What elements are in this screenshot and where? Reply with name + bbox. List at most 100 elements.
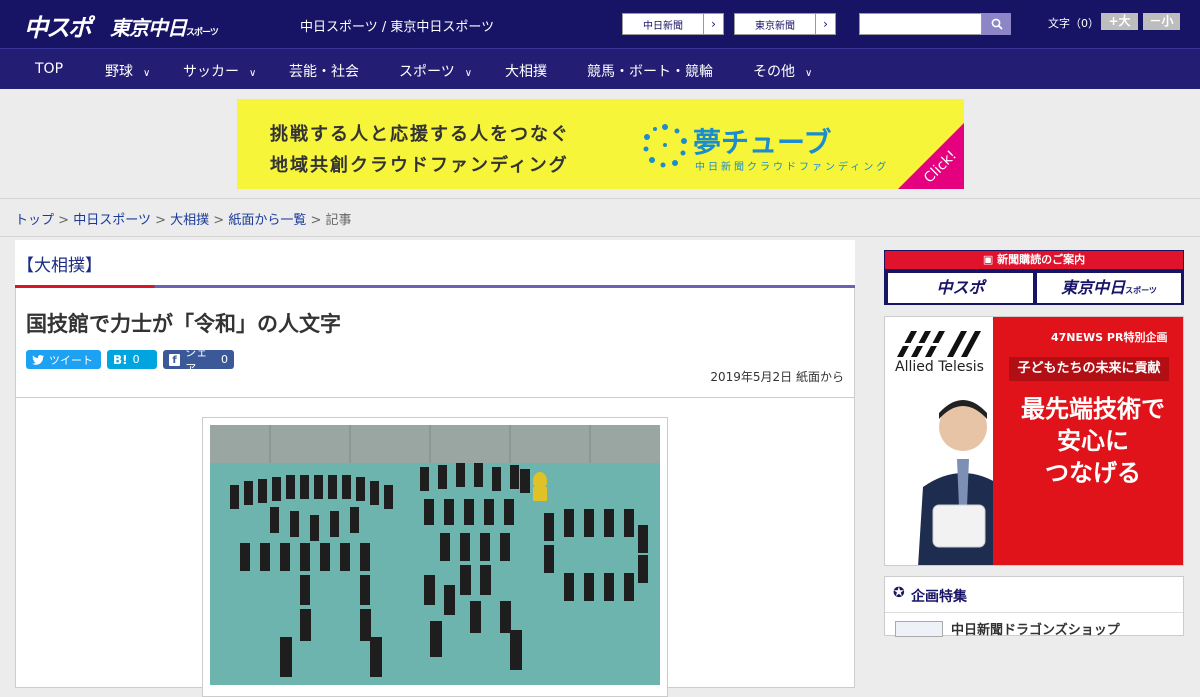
article-header: 国技館で力士が「令和」の人文字 ツイート B! 0 f シェア 0 2019年5… [16, 288, 854, 398]
subscribe-tokyo-chunichi-button[interactable]: 東京中日スポーツ [1037, 273, 1181, 303]
facebook-label: シェア [185, 345, 208, 375]
main-nav: TOP 野球 ∨ サッカー ∨ 芸能・社会 スポーツ ∨ 大相撲 競馬・ボート・競輪 … [0, 48, 1200, 89]
nav-label: 競馬・ボート・競輪 [587, 64, 713, 80]
pr-headline: 最先端技術で 安心に つなげる [1007, 393, 1179, 489]
font-smaller-button[interactable]: －小 [1143, 13, 1180, 30]
chevron-down-icon: ∨ [464, 68, 473, 79]
nav-item-sumo[interactable]: 大相撲 [505, 61, 547, 81]
ribbon-icon: ✪ [893, 585, 905, 601]
breadcrumb-print-list[interactable]: 紙面から一覧 [228, 213, 306, 228]
feature-title: 企画特集 [911, 589, 967, 605]
chevron-down-icon: ∨ [249, 68, 257, 79]
chevron-right-icon: › [703, 14, 723, 34]
breadcrumb-separator: > [155, 213, 166, 228]
main-column: 【大相撲】 国技館で力士が「令和」の人文字 ツイート B! 0 f シェア 0 [15, 240, 855, 697]
crowdfunding-banner[interactable]: 挑戦する人と応援する人をつなぐ 地域共創クラウドファンディング 夢チューブ 中日… [237, 99, 964, 189]
nav-label: 芸能・社会 [289, 64, 359, 80]
feature-thumbnail[interactable] [895, 621, 943, 637]
nav-item-other[interactable]: その他 ∨ [753, 61, 812, 81]
feature-item-link[interactable]: 中日新聞ドラゴンズショップ [951, 619, 1120, 638]
font-bigger-button[interactable]: +大 [1101, 13, 1138, 30]
subscription-title-text: 新聞購読のご案内 [997, 253, 1086, 266]
banner-brand-sub: 中日新聞クラウドファンディング [695, 162, 890, 173]
breadcrumb-current: 記事 [325, 213, 352, 228]
font-size-label: 文字（0） [1048, 17, 1099, 30]
pr-red-panel: 47NEWS PR特別企画 子どもたちの未来に貢献 最先端技術で 安心に つなげ… [993, 317, 1183, 565]
chunichi-shimbun-label: 中日新聞 [643, 20, 683, 32]
breadcrumb-chunichi-sports[interactable]: 中日スポーツ [73, 213, 151, 228]
subscribe-tokyo-main: 東京中日 [1061, 278, 1126, 297]
subscribe-chuspo-button[interactable]: 中スポ [888, 273, 1033, 303]
newspaper-icon: ▣ [982, 253, 998, 266]
search-button[interactable] [982, 13, 1011, 35]
twitter-bird-icon [32, 354, 44, 365]
nav-label: 大相撲 [505, 64, 547, 80]
tokyo-shimbun-label: 東京新聞 [755, 20, 795, 32]
nav-label: TOP [35, 61, 64, 77]
share-buttons: ツイート B! 0 f シェア 0 [26, 346, 844, 375]
allied-telesis-logo [897, 331, 981, 357]
site-header: 中スポ 東京中日スポーツ 中日スポーツ / 東京中日スポーツ 中日新聞 › 東京… [0, 0, 1200, 48]
hatena-label: B! [113, 352, 128, 367]
facebook-share-button[interactable]: f シェア 0 [163, 346, 234, 375]
site-title[interactable]: 中日スポーツ / 東京中日スポーツ [300, 16, 494, 35]
breadcrumb-separator: > [58, 213, 70, 228]
search-icon [991, 18, 1003, 30]
pr-advertisement[interactable]: Allied Telesis 47NEWS PR特別企画 子どもたちの未来に貢献… [884, 316, 1184, 566]
pr-tag: 47NEWS PR特別企画 [1051, 331, 1168, 344]
subscription-title: ▣ 新聞購読のご案内 [885, 251, 1183, 269]
nav-label: スポーツ [399, 64, 455, 80]
nav-item-racing[interactable]: 競馬・ボート・競輪 [587, 61, 713, 81]
tokyo-logo-small: スポーツ [186, 28, 219, 38]
pr-headline-line: 安心に [1057, 427, 1129, 455]
article-card: 国技館で力士が「令和」の人文字 ツイート B! 0 f シェア 0 2019年5… [15, 288, 855, 697]
nav-item-baseball[interactable]: 野球 ∨ [105, 61, 150, 81]
chevron-down-icon: ∨ [805, 68, 813, 79]
article-photo[interactable] [210, 425, 660, 685]
article-headline: 国技館で力士が「令和」の人文字 [26, 312, 341, 336]
search-input[interactable] [859, 13, 982, 35]
subscription-box: ▣ 新聞購読のご案内 中スポ 東京中日スポーツ [884, 250, 1184, 305]
chunichi-shimbun-link[interactable]: 中日新聞 › [622, 13, 724, 35]
facebook-icon: f [169, 353, 181, 366]
hatena-count: 0 [132, 353, 140, 366]
banner-line-2: 地域共創クラウドファンディング [270, 155, 569, 176]
subscribe-tokyo-small: スポーツ [1125, 286, 1157, 295]
banner-line-1: 挑戦する人と応援する人をつなぐ [270, 124, 570, 145]
nav-item-top[interactable]: TOP [35, 61, 63, 77]
banner-brand: 夢チューブ [693, 126, 832, 159]
facebook-count: 0 [221, 353, 228, 366]
hatena-bookmark-button[interactable]: B! 0 [107, 350, 157, 369]
nav-item-soccer[interactable]: サッカー ∨ [183, 61, 256, 81]
photo-scene [210, 425, 660, 685]
tokyo-chunichi-logo[interactable]: 東京中日スポーツ [110, 12, 219, 41]
pr-pill: 子どもたちの未来に貢献 [1009, 357, 1169, 381]
article-category: 【大相撲】 [15, 240, 855, 288]
breadcrumb-top[interactable]: トップ [15, 213, 54, 228]
sidebar: ▣ 新聞購読のご案内 中スポ 東京中日スポーツ [884, 250, 1184, 305]
pr-brand: Allied Telesis [895, 359, 984, 375]
breadcrumb-separator: > [310, 213, 322, 228]
feature-box: ✪ 企画特集 中日新聞ドラゴンズショップ [884, 576, 1184, 638]
breadcrumb: トップ > 中日スポーツ > 大相撲 > 紙面から一覧 > 記事 [0, 199, 1200, 237]
article-photo-frame [202, 417, 668, 697]
tweet-button[interactable]: ツイート [26, 350, 101, 369]
nav-label: 野球 [105, 64, 133, 80]
pr-headline-line: 最先端技術で [1021, 395, 1165, 423]
breadcrumb-sumo[interactable]: 大相撲 [170, 213, 209, 228]
chevron-down-icon: ∨ [143, 68, 151, 79]
nav-item-sports[interactable]: スポーツ ∨ [399, 61, 472, 81]
tokyo-logo-main: 東京中日 [110, 16, 187, 40]
dots-circle-icon [643, 124, 687, 168]
nav-label: その他 [753, 64, 795, 80]
feature-header: ✪ 企画特集 [885, 577, 1183, 613]
chuspo-logo[interactable]: 中スポ [24, 8, 92, 43]
breadcrumb-separator: > [213, 213, 225, 228]
chevron-right-icon: › [815, 14, 835, 34]
tokyo-shimbun-link[interactable]: 東京新聞 › [734, 13, 836, 35]
nav-label: サッカー [183, 64, 239, 80]
tweet-label: ツイート [49, 353, 93, 367]
pr-headline-line: つなげる [1045, 459, 1141, 487]
nav-item-entertainment[interactable]: 芸能・社会 [289, 61, 359, 81]
banner-area: 挑戦する人と応援する人をつなぐ 地域共創クラウドファンディング 夢チューブ 中日… [0, 89, 1200, 199]
